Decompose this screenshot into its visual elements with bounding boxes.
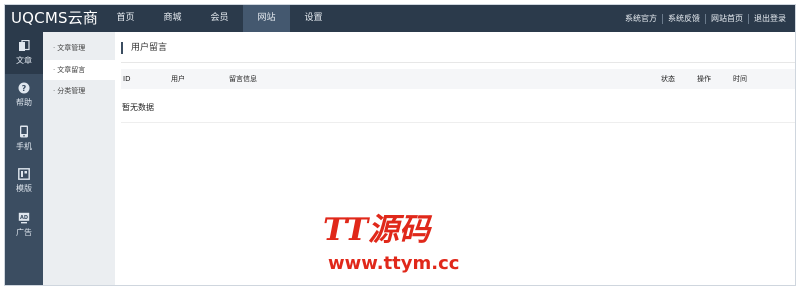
link-system-official[interactable]: 系统官方 bbox=[620, 14, 662, 24]
bullet-dot: · bbox=[53, 87, 56, 95]
bullet-dot: · bbox=[53, 44, 56, 52]
nav-item-member[interactable]: 会员 bbox=[196, 5, 243, 32]
sidebar-item-ad[interactable]: AD 广告 bbox=[5, 212, 43, 238]
svg-text:?: ? bbox=[22, 84, 27, 93]
bullet-dot: · bbox=[53, 66, 56, 74]
svg-text:AD: AD bbox=[20, 215, 28, 221]
mobile-icon bbox=[20, 125, 28, 138]
sidebar-item-article[interactable]: 文章 bbox=[5, 32, 43, 74]
subnav-item-label: 分类管理 bbox=[57, 87, 86, 95]
table-header: ID 用户 留言信息 状态 操作 时间 bbox=[121, 69, 795, 89]
column-header-user: 用户 bbox=[171, 75, 185, 83]
top-bar: UQCMS云商 首页 商城 会员 网站 设置 系统官方 系统反馈 网站首页 退出… bbox=[5, 5, 795, 32]
sidebar-item-label: 文章 bbox=[16, 56, 32, 65]
sidebar-item-label: 手机 bbox=[16, 142, 32, 151]
help-icon: ? bbox=[18, 82, 30, 94]
subnav-item-category-manage[interactable]: · 分类管理 bbox=[43, 81, 115, 101]
watermark: TT源码 www.ttym.cc bbox=[323, 213, 483, 283]
column-header-id: ID bbox=[123, 75, 131, 83]
article-icon bbox=[19, 40, 30, 51]
app-frame: UQCMS云商 首页 商城 会员 网站 设置 系统官方 系统反馈 网站首页 退出… bbox=[4, 4, 796, 286]
sidebar-item-label: 广告 bbox=[16, 228, 32, 237]
link-logout[interactable]: 退出登录 bbox=[748, 13, 791, 24]
subnav-item-label: 文章管理 bbox=[57, 44, 86, 52]
template-icon bbox=[18, 168, 30, 180]
ad-icon: AD bbox=[18, 212, 30, 224]
sub-nav: · 文章管理 · 文章留言 · 分类管理 bbox=[43, 32, 115, 285]
column-header-actions: 操作 bbox=[697, 75, 711, 83]
divider bbox=[121, 62, 795, 63]
sidebar-item-mobile[interactable]: 手机 bbox=[5, 125, 43, 152]
top-links: 系统官方 系统反馈 网站首页 退出登录 bbox=[620, 5, 791, 32]
watermark-brand: TT源码 bbox=[323, 212, 431, 248]
nav-item-home[interactable]: 首页 bbox=[102, 5, 149, 32]
sidebar-item-label: 模版 bbox=[16, 184, 32, 193]
column-header-message: 留言信息 bbox=[229, 75, 257, 83]
sidebar-item-template[interactable]: 模版 bbox=[5, 168, 43, 194]
app-logo[interactable]: UQCMS云商 bbox=[11, 8, 98, 28]
watermark-url: www.ttym.cc bbox=[328, 253, 460, 274]
nav-item-settings[interactable]: 设置 bbox=[290, 5, 337, 32]
left-sidebar: 文章 ? 帮助 手机 模版 AD 广告 bbox=[5, 32, 43, 285]
link-site-home[interactable]: 网站首页 bbox=[705, 13, 748, 24]
column-header-time: 时间 bbox=[733, 75, 747, 83]
sidebar-item-label: 帮助 bbox=[16, 98, 32, 107]
page-title: 用户留言 bbox=[121, 42, 167, 54]
nav-item-website[interactable]: 网站 bbox=[243, 5, 290, 32]
subnav-item-article-comments[interactable]: · 文章留言 bbox=[43, 60, 115, 80]
empty-state-text: 暂无数据 bbox=[122, 103, 154, 112]
nav-item-mall[interactable]: 商城 bbox=[149, 5, 196, 32]
subnav-item-label: 文章留言 bbox=[57, 66, 86, 74]
main-nav: 首页 商城 会员 网站 设置 bbox=[102, 5, 337, 32]
column-header-status: 状态 bbox=[661, 75, 675, 83]
link-system-feedback[interactable]: 系统反馈 bbox=[662, 13, 705, 24]
divider bbox=[121, 122, 795, 123]
sidebar-item-help[interactable]: ? 帮助 bbox=[5, 82, 43, 108]
subnav-item-article-manage[interactable]: · 文章管理 bbox=[43, 38, 115, 58]
